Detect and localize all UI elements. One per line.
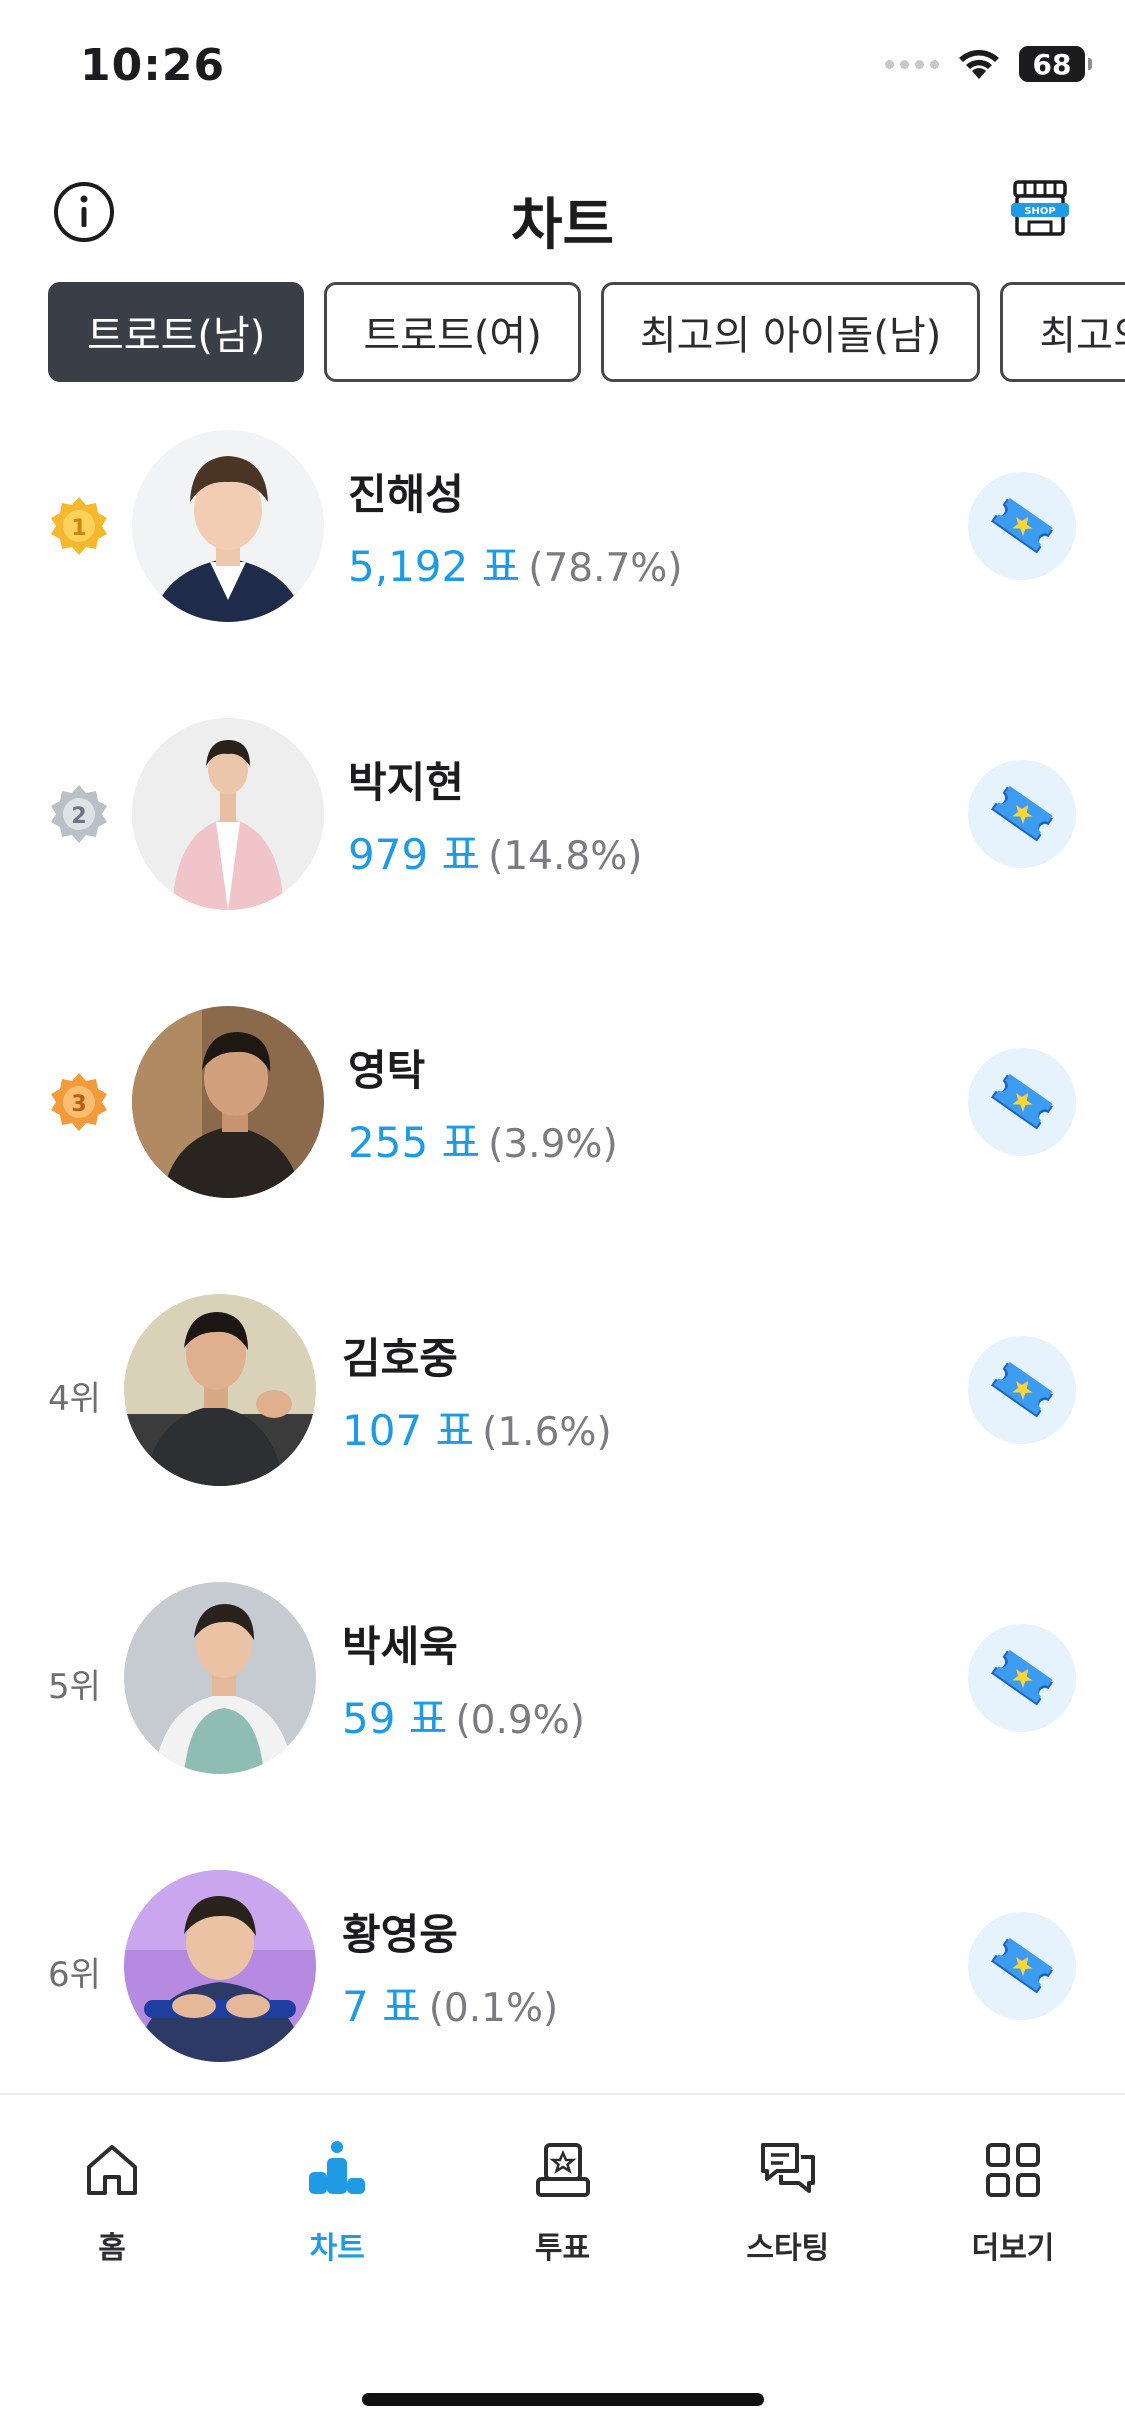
- ticket-icon: [991, 1073, 1053, 1130]
- vote-percent: (3.9%): [488, 1122, 618, 1167]
- header: 차트 SHOP: [0, 160, 1125, 280]
- ranking-row[interactable]: 1 진해성 5,192 표 (78.7%): [0, 425, 1125, 713]
- bronze-medal-icon: 3: [51, 1073, 107, 1131]
- shop-button[interactable]: SHOP: [1007, 176, 1073, 242]
- tab-best-idol-partial[interactable]: 최고의: [1000, 282, 1125, 382]
- ranking-row[interactable]: 5위 박세욱 59 표 (0.9%): [0, 1577, 1125, 1865]
- tab-best-idol-male[interactable]: 최고의 아이돌(남): [600, 282, 981, 382]
- vote-percent: (1.6%): [482, 1410, 612, 1455]
- vote-count: 59 표 (0.9%): [342, 1685, 585, 1746]
- tab-trot-female[interactable]: 트로트(여): [324, 282, 581, 382]
- avatar[interactable]: [132, 718, 324, 910]
- votes-value: 59 표: [342, 1694, 448, 1743]
- vote-percent: (14.8%): [488, 834, 643, 879]
- nav-chart[interactable]: 차트: [257, 2137, 417, 2267]
- votes-value: 7 표: [342, 1982, 421, 2031]
- gold-medal-icon: 1: [51, 497, 107, 555]
- vote-count: 107 표 (1.6%): [342, 1397, 612, 1458]
- vote-ticket-button[interactable]: [968, 1336, 1076, 1444]
- ticket-icon: [991, 785, 1053, 842]
- home-icon: [79, 2137, 145, 2203]
- chat-icon: [755, 2137, 821, 2203]
- vote-ticket-button[interactable]: [968, 1912, 1076, 2020]
- avatar[interactable]: [132, 430, 324, 622]
- status-time: 10:26: [80, 40, 226, 91]
- tab-trot-male[interactable]: 트로트(남): [48, 282, 305, 382]
- vote-ticket-button[interactable]: [968, 760, 1076, 868]
- nav-label: 스타팅: [746, 2231, 830, 2266]
- nav-vote[interactable]: 투표: [483, 2137, 643, 2267]
- rank-label: 5위: [48, 1667, 101, 1707]
- info-icon: [54, 182, 114, 242]
- artist-name: 영탁: [348, 1046, 426, 1095]
- nav-more[interactable]: 더보기: [933, 2137, 1093, 2267]
- ranking-row[interactable]: 3 영탁 255 표 (3.9%): [0, 1001, 1125, 1289]
- nav-label: 투표: [534, 2231, 591, 2266]
- svg-text:2: 2: [71, 804, 86, 829]
- shop-icon: SHOP: [1011, 180, 1069, 236]
- vote-percent: (78.7%): [528, 546, 683, 591]
- svg-text:1: 1: [71, 516, 86, 541]
- avatar[interactable]: [124, 1294, 316, 1486]
- vote-ticket-button[interactable]: [968, 1048, 1076, 1156]
- votes-value: 5,192 표: [348, 542, 521, 591]
- status-indicators: 68: [885, 46, 1092, 82]
- votes-value: 979 표: [348, 830, 481, 879]
- ranking-list: 1 진해성 5,192 표 (78.7%) 2 박지현 979 표 (14.8%…: [0, 425, 1125, 2153]
- svg-text:SHOP: SHOP: [1024, 206, 1055, 217]
- ranking-row[interactable]: 2 박지현 979 표 (14.8%): [0, 713, 1125, 1001]
- nav-label: 더보기: [971, 2231, 1055, 2266]
- votes-value: 107 표: [342, 1406, 475, 1455]
- silver-medal-icon: 2: [51, 785, 107, 843]
- cellular-signal-icon: [885, 59, 939, 69]
- svg-text:3: 3: [71, 1092, 86, 1117]
- avatar[interactable]: [124, 1870, 316, 2062]
- info-button[interactable]: [50, 178, 118, 246]
- ticket-icon: [991, 1937, 1053, 1994]
- artist-name: 진해성: [348, 470, 464, 519]
- vote-percent: (0.1%): [428, 1986, 559, 2031]
- status-bar: 10:26 68: [0, 0, 1125, 140]
- artist-name: 박세욱: [342, 1622, 458, 1671]
- ranking-row[interactable]: 4위 김호중 107 표 (1.6%): [0, 1289, 1125, 1577]
- nav-label: 홈: [98, 2231, 126, 2266]
- page-title: 차트: [510, 192, 615, 258]
- vote-count: 5,192 표 (78.7%): [348, 533, 683, 594]
- grid-icon: [980, 2137, 1046, 2203]
- battery-indicator: 68: [1019, 46, 1092, 82]
- ticket-icon: [991, 1361, 1053, 1418]
- chart-icon: [304, 2137, 370, 2203]
- rank-label: 4위: [48, 1379, 101, 1419]
- avatar[interactable]: [132, 1006, 324, 1198]
- home-indicator[interactable]: [362, 2393, 764, 2406]
- artist-name: 황영웅: [342, 1910, 458, 1959]
- vote-count: 979 표 (14.8%): [348, 821, 642, 882]
- vote-count: 7 표 (0.1%): [342, 1973, 558, 2034]
- vote-ticket-button[interactable]: [968, 472, 1076, 580]
- artist-name: 김호중: [342, 1334, 458, 1383]
- bottom-nav: 홈 차트 투표 스타팅 더보기: [0, 2093, 1125, 2436]
- nav-starting[interactable]: 스타팅: [708, 2137, 868, 2267]
- ticket-icon: [991, 1649, 1053, 1706]
- votes-value: 255 표: [348, 1118, 481, 1167]
- ticket-icon: [991, 497, 1053, 554]
- nav-home[interactable]: 홈: [32, 2137, 192, 2267]
- ballot-icon: [530, 2137, 596, 2203]
- category-tabs: 트로트(남) 트로트(여) 최고의 아이돌(남) 최고의: [48, 282, 1125, 382]
- artist-name: 박지현: [348, 758, 464, 807]
- vote-ticket-button[interactable]: [968, 1624, 1076, 1732]
- vote-count: 255 표 (3.9%): [348, 1109, 618, 1170]
- avatar[interactable]: [124, 1582, 316, 1774]
- vote-percent: (0.9%): [455, 1698, 585, 1743]
- wifi-icon: [959, 50, 999, 79]
- rank-label: 6위: [48, 1955, 101, 1995]
- nav-label: 차트: [309, 2231, 365, 2266]
